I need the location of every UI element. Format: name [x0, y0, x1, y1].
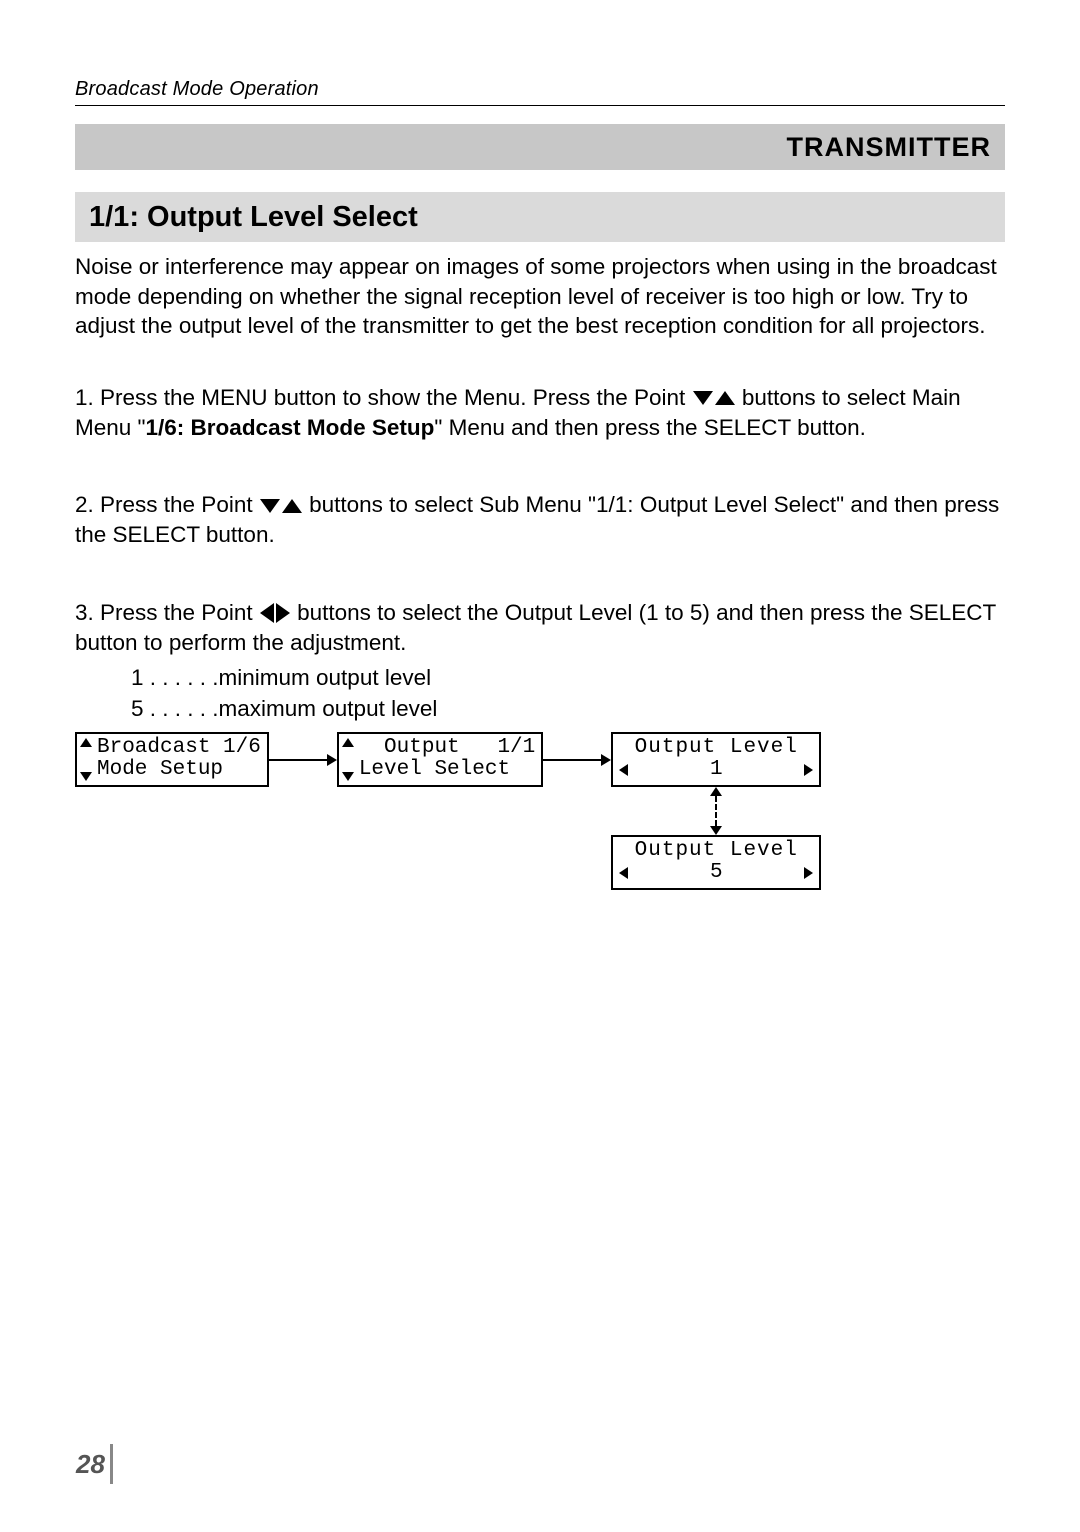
left-triangle-icon	[619, 867, 628, 879]
menu-box-updown-icon	[339, 734, 357, 785]
right-triangle-icon	[804, 867, 813, 879]
menu-box-1-line-2: Mode Setup	[97, 759, 261, 781]
output-level-group: Output Level 1 Output Level 5	[611, 732, 821, 890]
output-level-box-5: Output Level 5	[611, 835, 821, 890]
output-level-box-1: Output Level 1	[611, 732, 821, 787]
updown-dashed-connector-icon	[710, 787, 722, 835]
output-level-title: Output Level	[635, 737, 798, 759]
down-triangle-icon	[693, 391, 713, 405]
page: Broadcast Mode Operation TRANSMITTER 1/1…	[0, 0, 1080, 1532]
down-triangle-icon	[260, 499, 280, 513]
intro-paragraph: Noise or interference may appear on imag…	[75, 252, 1005, 341]
step-2-text-a: 2. Press the Point	[75, 492, 259, 517]
menu-box-updown-icon	[77, 734, 95, 785]
right-triangle-icon	[804, 764, 813, 776]
left-triangle-icon	[260, 603, 274, 623]
menu-box-1-line-1: Broadcast 1/6	[97, 737, 261, 759]
arrow-right-icon	[269, 732, 337, 787]
right-triangle-icon	[276, 603, 290, 623]
output-level-value: 1	[628, 759, 804, 781]
legend: 1 . . . . . .minimum output level 5 . . …	[131, 663, 1005, 724]
step-3: 3. Press the Point buttons to select the…	[75, 598, 1005, 724]
menu-flow-diagram: Broadcast 1/6 Mode Setup Output 1/1 Leve…	[75, 732, 1005, 890]
page-number: 28	[76, 1449, 105, 1480]
menu-box-broadcast: Broadcast 1/6 Mode Setup	[75, 732, 269, 787]
step-1: 1. Press the MENU button to show the Men…	[75, 383, 1005, 442]
menu-box-2-line-1: Output 1/1	[359, 737, 535, 759]
step-3-text-a: 3. Press the Point	[75, 600, 259, 625]
step-1-bold: 1/6: Broadcast Mode Setup	[146, 415, 435, 440]
up-triangle-icon	[715, 391, 735, 405]
section-heading: 1/1: Output Level Select	[75, 192, 1005, 242]
gutter-bar	[110, 1444, 113, 1484]
transmitter-badge: TRANSMITTER	[75, 124, 1005, 170]
legend-max: 5 . . . . . .maximum output level	[131, 694, 1005, 724]
output-level-title: Output Level	[635, 840, 798, 862]
left-triangle-icon	[619, 764, 628, 776]
menu-box-2-line-2: Level Select	[359, 759, 535, 781]
step-2: 2. Press the Point buttons to select Sub…	[75, 490, 1005, 549]
up-triangle-icon	[282, 499, 302, 513]
running-header: Broadcast Mode Operation	[75, 78, 1005, 106]
legend-min: 1 . . . . . .minimum output level	[131, 663, 1005, 693]
menu-box-output-select: Output 1/1 Level Select	[337, 732, 543, 787]
step-1-text-a: 1. Press the MENU button to show the Men…	[75, 385, 692, 410]
output-level-value: 5	[628, 862, 804, 884]
arrow-right-icon	[543, 732, 611, 787]
step-1-text-c: " Menu and then press the SELECT button.	[434, 415, 866, 440]
